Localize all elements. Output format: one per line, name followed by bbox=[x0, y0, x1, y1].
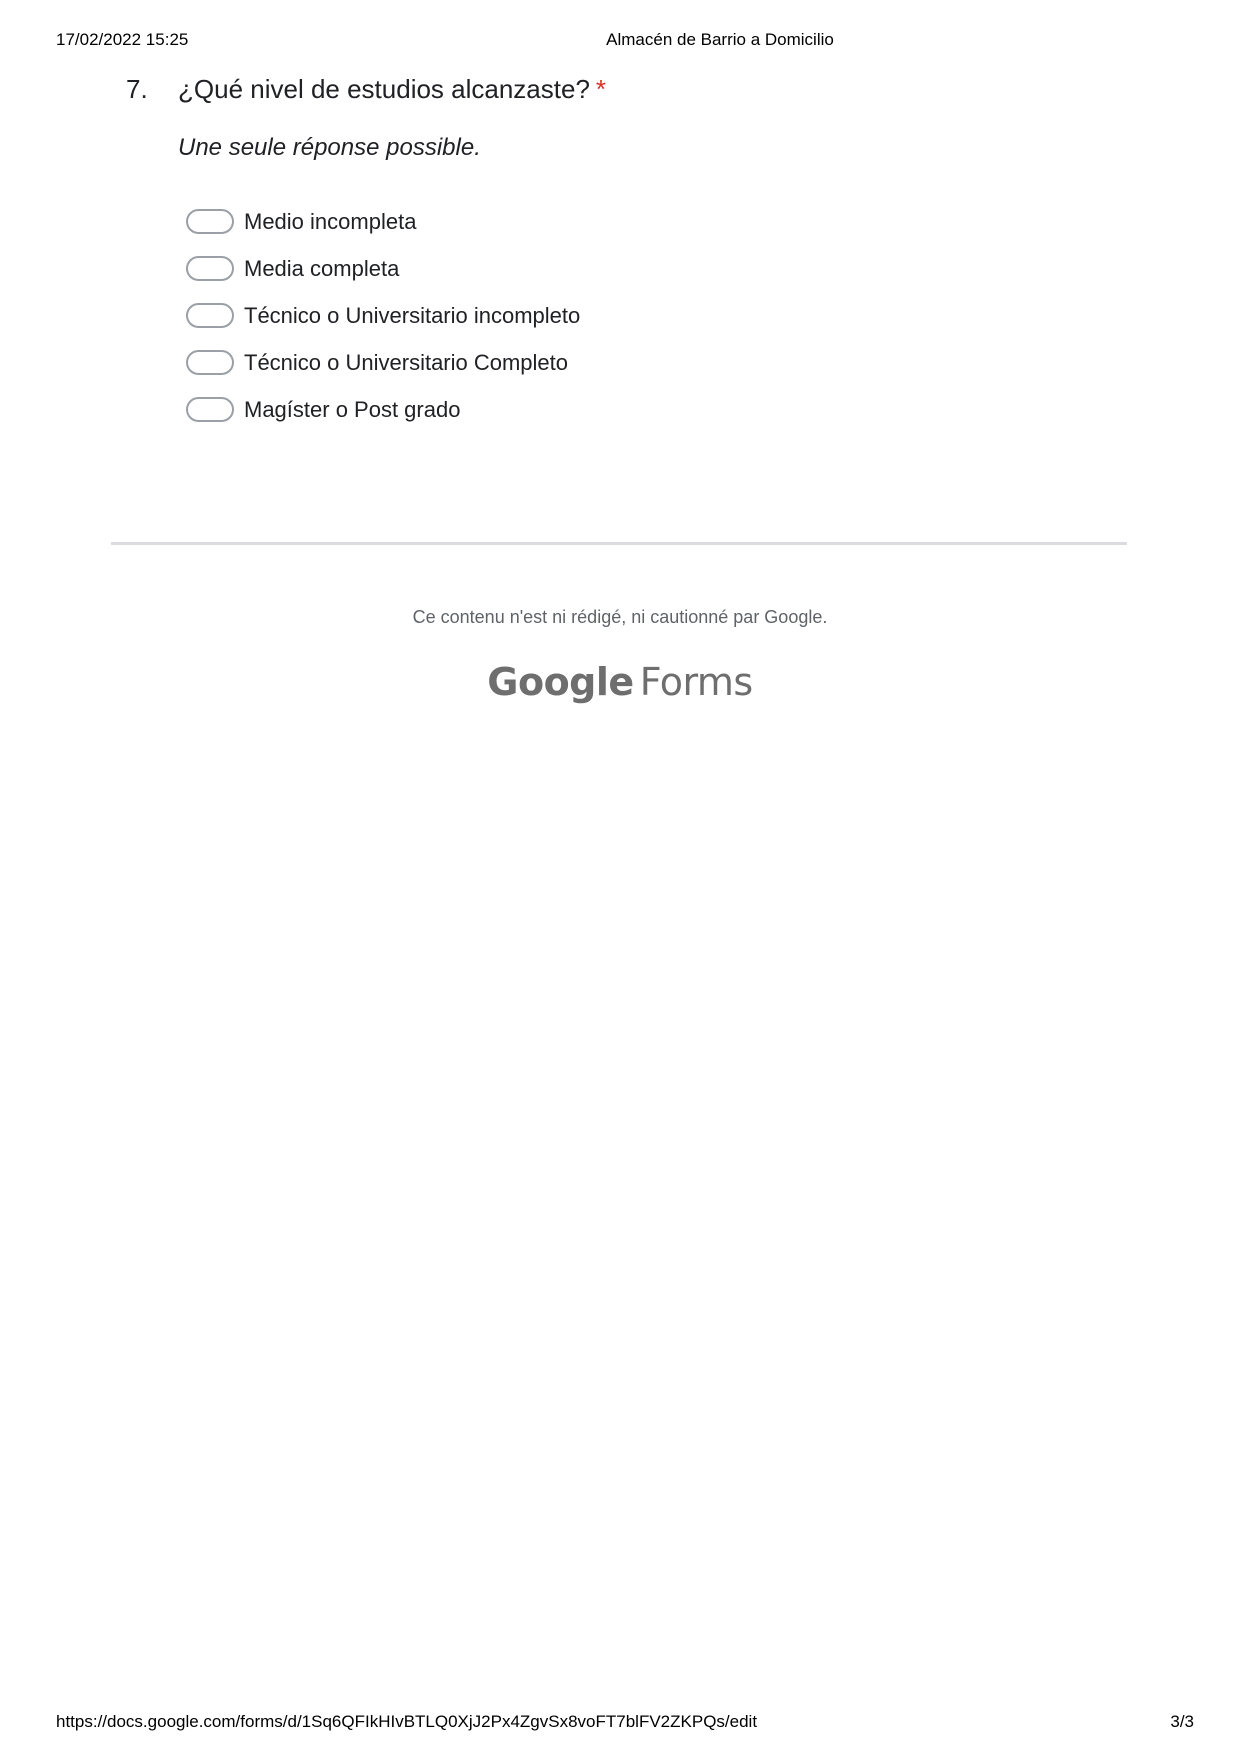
option-label: Técnico o Universitario Completo bbox=[244, 349, 569, 375]
options-list: Medio incompleta Media completa Técnico … bbox=[186, 198, 580, 433]
question-hint: Une seule réponse possible. bbox=[178, 134, 481, 161]
question-number: 7. bbox=[126, 74, 148, 104]
logo-google-text: Google bbox=[487, 660, 634, 704]
required-asterisk: * bbox=[595, 74, 607, 104]
radio-oval[interactable] bbox=[186, 256, 234, 281]
option-label: Técnico o Universitario incompleto bbox=[244, 302, 581, 328]
option-magister[interactable]: Magíster o Post grado bbox=[186, 386, 580, 433]
google-disclaimer: Ce contenu n'est ni rédigé, ni cautionné… bbox=[412, 607, 828, 627]
section-divider bbox=[111, 542, 1127, 545]
google-forms-logo: Google Forms bbox=[0, 660, 1240, 704]
option-medio-incompleta[interactable]: Medio incompleta bbox=[186, 198, 580, 245]
option-label: Medio incompleta bbox=[244, 208, 417, 234]
option-media-completa[interactable]: Media completa bbox=[186, 245, 580, 292]
print-url: https://docs.google.com/forms/d/1Sq6QFIk… bbox=[56, 1712, 758, 1731]
radio-oval[interactable] bbox=[186, 209, 234, 234]
logo-forms-text: Forms bbox=[639, 660, 754, 704]
option-label: Media completa bbox=[244, 255, 400, 281]
print-title: Almacén de Barrio a Domicilio bbox=[606, 30, 834, 49]
question-title-row: ¿Qué nivel de estudios alcanzaste? * bbox=[178, 74, 606, 105]
page-number: 3/3 bbox=[1170, 1712, 1194, 1731]
option-label: Magíster o Post grado bbox=[244, 396, 461, 422]
question-title: ¿Qué nivel de estudios alcanzaste? bbox=[178, 74, 590, 104]
radio-oval[interactable] bbox=[186, 350, 234, 375]
radio-oval[interactable] bbox=[186, 397, 234, 422]
radio-oval[interactable] bbox=[186, 303, 234, 328]
option-tecnico-incompleto[interactable]: Técnico o Universitario incompleto bbox=[186, 292, 580, 339]
option-tecnico-completo[interactable]: Técnico o Universitario Completo bbox=[186, 339, 580, 386]
